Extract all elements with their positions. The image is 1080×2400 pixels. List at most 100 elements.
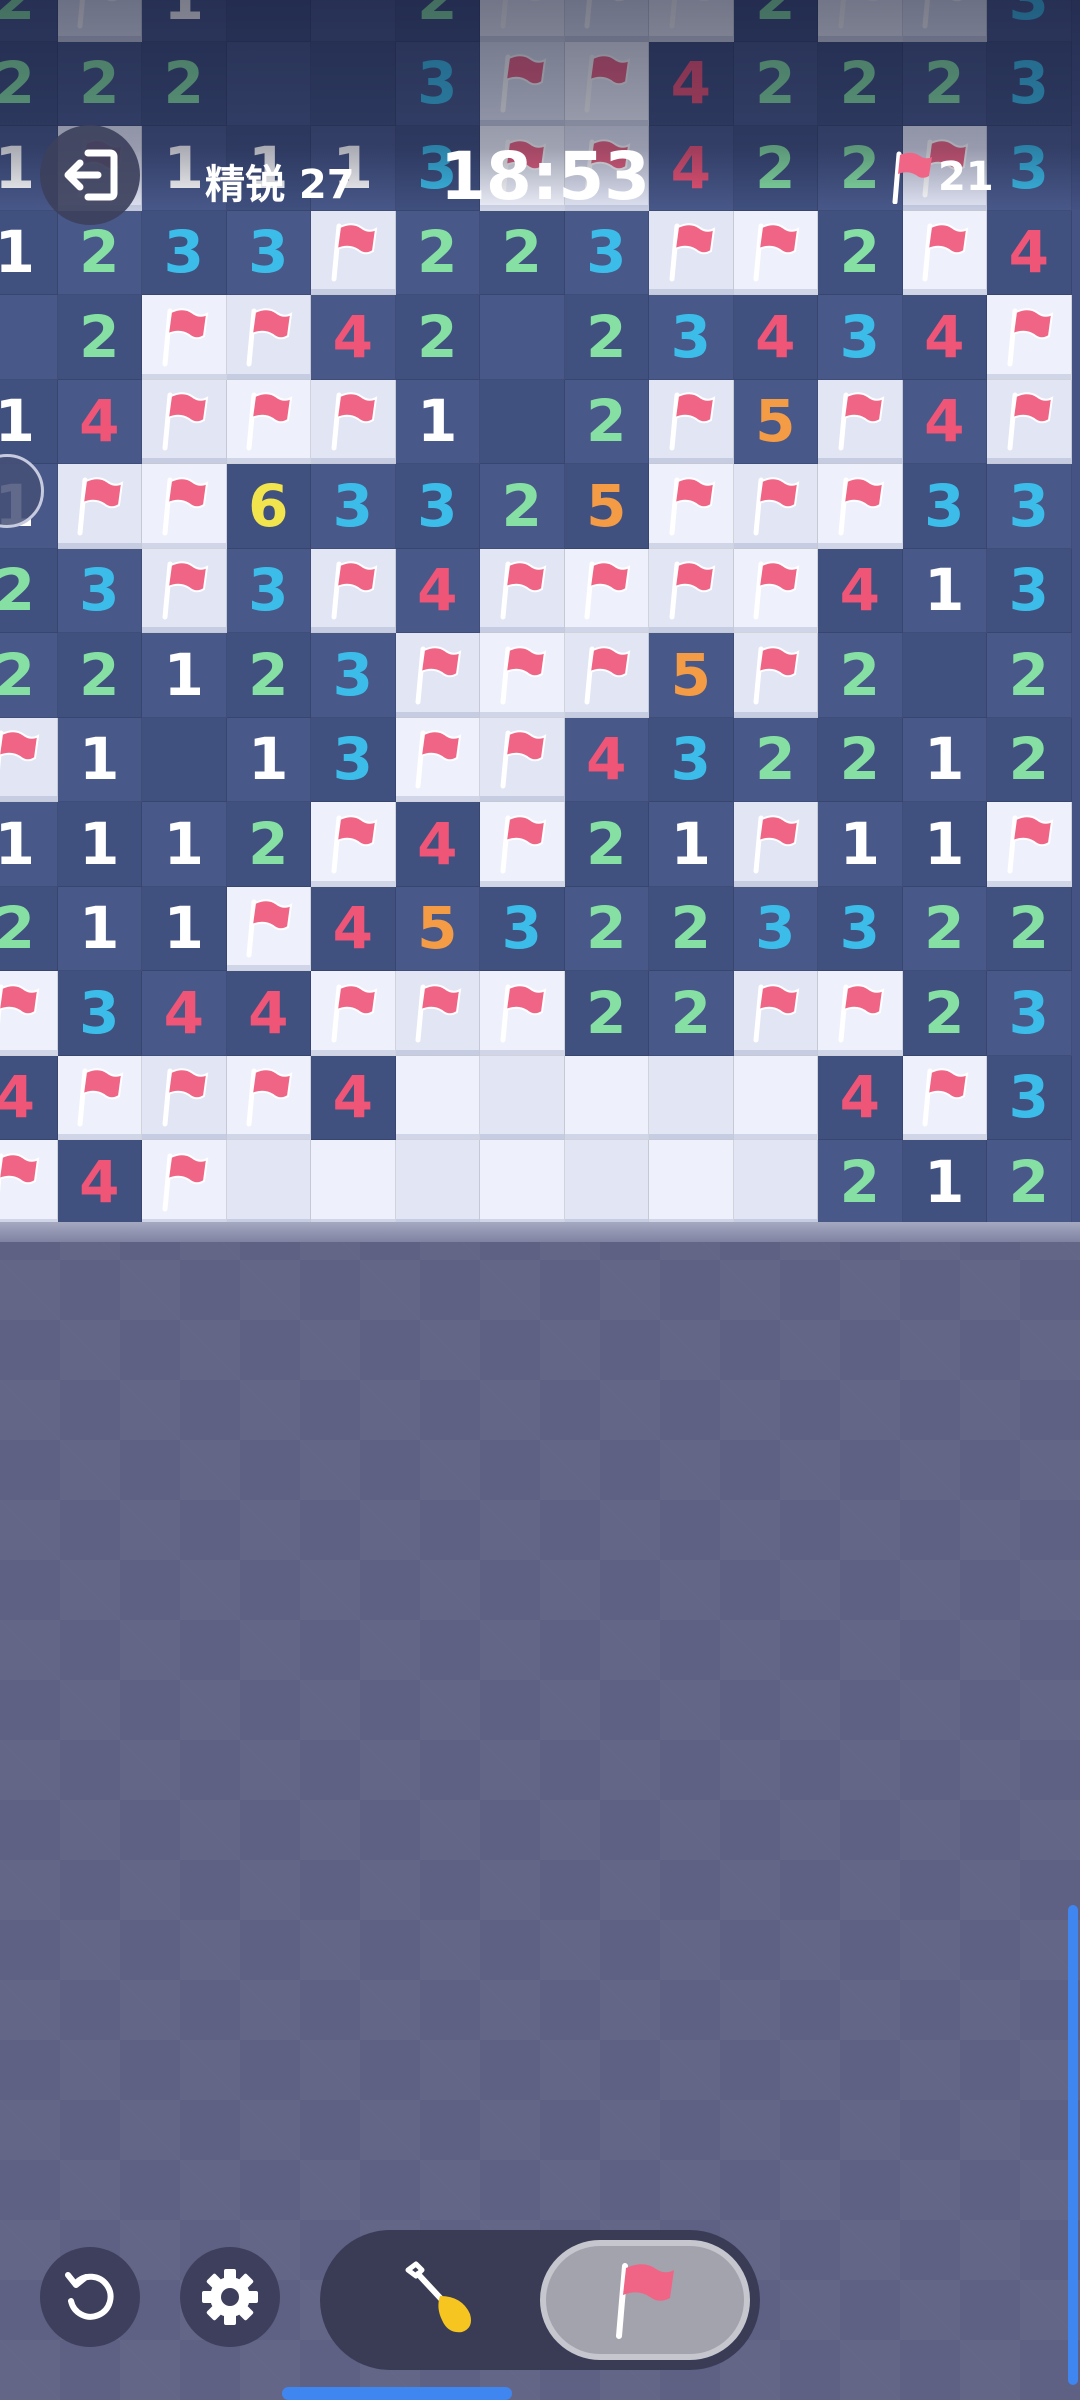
flagged-cell[interactable] [902,0,987,42]
flagged-cell[interactable] [733,802,818,887]
number-cell[interactable]: 2 [902,41,987,126]
number-cell[interactable]: 5 [564,464,649,549]
number-cell[interactable]: 6 [226,464,311,549]
flagged-cell[interactable] [0,717,58,802]
flagged-cell[interactable] [142,1140,227,1222]
mode-toggle[interactable] [320,2230,760,2370]
unrevealed-cell[interactable] [733,1055,818,1140]
number-cell[interactable]: 1 [142,633,227,718]
number-cell[interactable]: 1 [818,802,903,887]
number-cell[interactable]: 2 [987,717,1072,802]
number-cell[interactable]: 4 [733,295,818,380]
number-cell[interactable]: 3 [480,886,565,971]
flagged-cell[interactable] [818,0,903,42]
number-cell[interactable]: 4 [142,971,227,1056]
number-cell[interactable]: 3 [987,464,1072,549]
unrevealed-cell[interactable] [395,1140,480,1222]
flagged-cell[interactable] [226,1055,311,1140]
flagged-cell[interactable] [733,464,818,549]
number-cell[interactable]: 2 [733,41,818,126]
number-cell[interactable]: 2 [395,210,480,295]
unrevealed-cell[interactable] [480,1055,565,1140]
flagged-cell[interactable] [902,210,987,295]
number-cell[interactable]: 3 [226,210,311,295]
number-cell[interactable]: 3 [142,210,227,295]
unrevealed-cell[interactable] [649,1055,734,1140]
empty-cell[interactable] [311,41,396,126]
number-cell[interactable]: 2 [987,886,1072,971]
flagged-cell[interactable] [564,41,649,126]
number-cell[interactable]: 3 [733,886,818,971]
number-cell[interactable]: 3 [818,886,903,971]
unrevealed-cell[interactable] [226,1140,311,1222]
number-cell[interactable]: 2 [564,802,649,887]
number-cell[interactable]: 2 [818,633,903,718]
flagged-cell[interactable] [649,548,734,633]
number-cell[interactable]: 2 [395,0,480,42]
number-cell[interactable]: 1 [57,886,142,971]
number-cell[interactable]: 1 [0,379,58,464]
number-cell[interactable]: 4 [0,1055,58,1140]
number-cell[interactable]: 1 [649,802,734,887]
number-cell[interactable]: 2 [226,633,311,718]
flagged-cell[interactable] [649,210,734,295]
flagged-cell[interactable] [142,1055,227,1140]
unrevealed-cell[interactable] [480,1140,565,1222]
flagged-cell[interactable] [142,548,227,633]
flagged-cell[interactable] [395,633,480,718]
number-cell[interactable]: 2 [0,0,58,42]
number-cell[interactable]: 2 [480,210,565,295]
flagged-cell[interactable] [733,548,818,633]
empty-cell[interactable] [902,633,987,718]
flagged-cell[interactable] [480,548,565,633]
number-cell[interactable]: 4 [395,548,480,633]
unrevealed-cell[interactable] [395,1055,480,1140]
flagged-cell[interactable] [480,41,565,126]
number-cell[interactable]: 3 [226,548,311,633]
number-cell[interactable]: 2 [564,886,649,971]
flagged-cell[interactable] [987,379,1072,464]
number-cell[interactable]: 5 [395,886,480,971]
flagged-cell[interactable] [57,0,142,42]
number-cell[interactable]: 1 [57,717,142,802]
number-cell[interactable]: 2 [818,717,903,802]
number-cell[interactable]: 4 [987,210,1072,295]
number-cell[interactable]: 4 [311,1055,396,1140]
number-cell[interactable]: 3 [311,717,396,802]
empty-cell[interactable] [226,41,311,126]
number-cell[interactable]: 4 [57,1140,142,1222]
empty-cell[interactable] [0,295,58,380]
flagged-cell[interactable] [564,633,649,718]
flagged-cell[interactable] [818,971,903,1056]
number-cell[interactable]: 2 [987,1140,1072,1222]
flagged-cell[interactable] [311,548,396,633]
number-cell[interactable]: 4 [564,717,649,802]
number-cell[interactable]: 4 [649,41,734,126]
empty-cell[interactable] [142,717,227,802]
empty-cell[interactable] [226,0,311,42]
number-cell[interactable]: 1 [902,717,987,802]
number-cell[interactable]: 2 [733,717,818,802]
exit-button[interactable] [40,125,140,225]
flagged-cell[interactable] [649,464,734,549]
number-cell[interactable]: 2 [649,886,734,971]
flagged-cell[interactable] [0,1140,58,1222]
number-cell[interactable]: 1 [902,548,987,633]
dig-mode-button[interactable] [340,2240,540,2360]
number-cell[interactable]: 2 [818,1140,903,1222]
number-cell[interactable]: 3 [311,464,396,549]
flag-mode-button[interactable] [540,2240,750,2360]
flagged-cell[interactable] [311,210,396,295]
number-cell[interactable]: 3 [649,295,734,380]
flagged-cell[interactable] [142,379,227,464]
number-cell[interactable]: 1 [0,210,58,295]
number-cell[interactable]: 4 [902,295,987,380]
flagged-cell[interactable] [564,0,649,42]
flagged-cell[interactable] [733,210,818,295]
number-cell[interactable]: 2 [564,971,649,1056]
number-cell[interactable]: 3 [987,0,1072,42]
number-cell[interactable]: 1 [57,802,142,887]
number-cell[interactable]: 2 [564,379,649,464]
number-cell[interactable]: 2 [57,633,142,718]
flagged-cell[interactable] [311,379,396,464]
